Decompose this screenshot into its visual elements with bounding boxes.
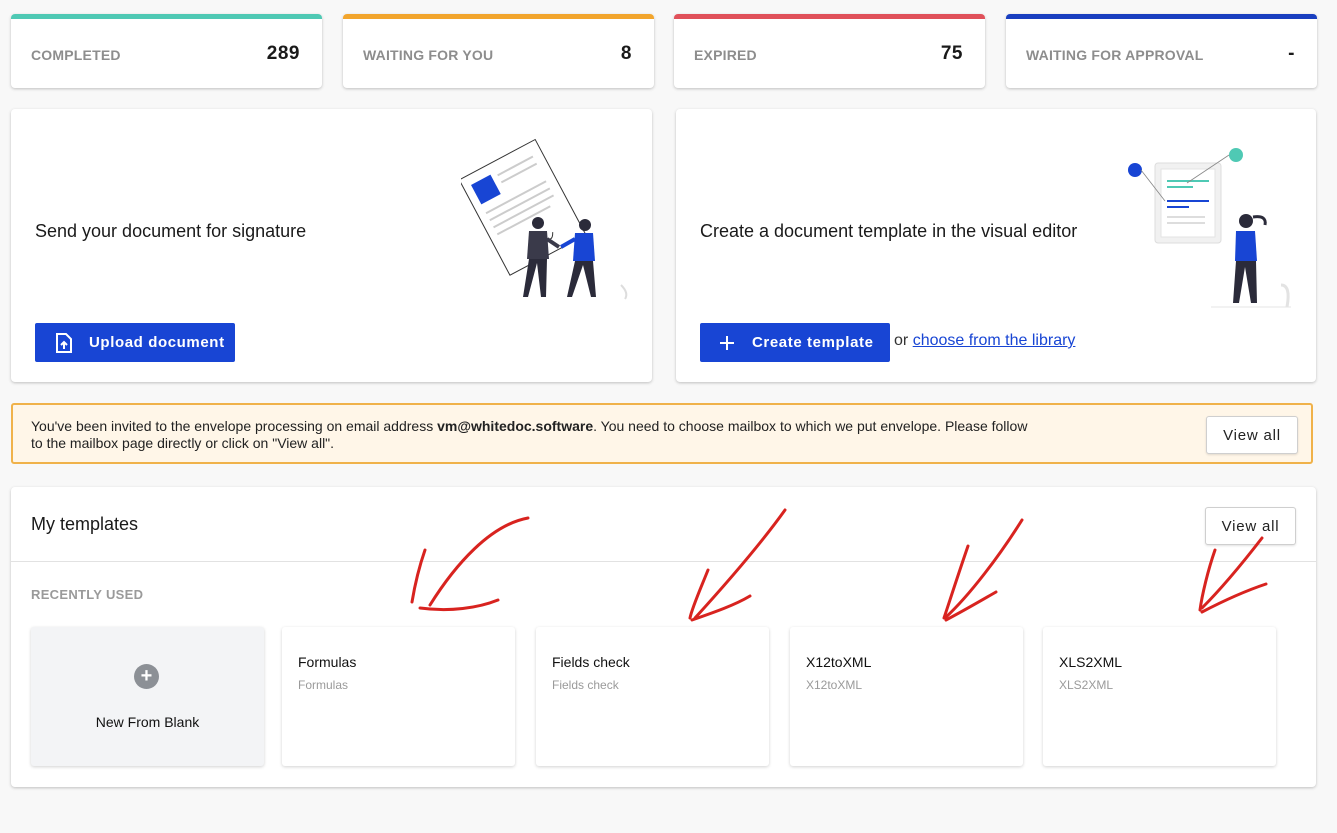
handshake-illustration <box>461 138 628 300</box>
send-document-card: Send your document for signature Upload … <box>11 109 652 382</box>
my-templates-heading: My templates <box>31 514 139 534</box>
upload-document-label: Upload document <box>89 334 225 351</box>
template-name: Formulas <box>298 654 357 670</box>
template-name: X12toXML <box>806 654 872 670</box>
notice-message: You've been invited to the envelope proc… <box>31 418 1041 452</box>
stat-value: 75 <box>940 43 963 64</box>
notice-text-before: You've been invited to the envelope proc… <box>31 418 438 434</box>
upload-file-icon <box>53 332 75 353</box>
stat-accent-bar <box>1006 14 1317 19</box>
stat-accent-bar <box>674 14 985 19</box>
stat-accent-bar <box>11 14 322 19</box>
template-tile[interactable]: X12toXML X12toXML <box>790 627 1023 766</box>
template-subtitle: X12toXML <box>806 678 863 692</box>
template-name: Fields check <box>552 654 630 670</box>
stat-card-waiting-for-you[interactable]: WAITING FOR YOU 8 <box>343 14 654 88</box>
template-subtitle: XLS2XML <box>1059 678 1114 692</box>
recently-used-label: RECENTLY USED <box>31 587 144 602</box>
add-circle-icon: + <box>134 664 159 689</box>
templates-view-all-button[interactable]: View all <box>1205 507 1296 545</box>
create-template-title: Create a document template in the visual… <box>700 221 1078 241</box>
stat-card-expired[interactable]: EXPIRED 75 <box>674 14 985 88</box>
create-template-button[interactable]: Create template <box>700 323 890 362</box>
template-tile[interactable]: Formulas Formulas <box>282 627 515 766</box>
choose-from-library-link[interactable]: choose from the library <box>913 332 1076 349</box>
stat-label: WAITING FOR YOU <box>363 47 494 63</box>
send-document-title: Send your document for signature <box>35 221 307 241</box>
stat-label: WAITING FOR APPROVAL <box>1026 47 1204 63</box>
mailbox-invite-notice: You've been invited to the envelope proc… <box>11 403 1313 464</box>
create-template-label: Create template <box>752 334 874 351</box>
new-from-blank-label: New From Blank <box>95 714 200 730</box>
stat-value: 289 <box>266 43 300 64</box>
stat-value: 8 <box>620 43 632 64</box>
library-text: or choose from the library <box>894 332 1075 350</box>
create-template-card: Create a document template in the visual… <box>676 109 1316 382</box>
notice-view-all-button[interactable]: View all <box>1206 416 1298 454</box>
stat-label: EXPIRED <box>694 47 757 63</box>
upload-document-button[interactable]: Upload document <box>35 323 235 362</box>
template-name: XLS2XML <box>1059 654 1123 670</box>
or-text: or <box>894 332 909 349</box>
my-templates-section: My templates View all RECENTLY USED + Ne… <box>11 487 1316 787</box>
template-tile[interactable]: XLS2XML XLS2XML <box>1043 627 1276 766</box>
stat-card-waiting-for-approval[interactable]: WAITING FOR APPROVAL - <box>1006 14 1317 88</box>
stat-value: - <box>1288 43 1295 64</box>
stat-accent-bar <box>343 14 654 19</box>
template-subtitle: Fields check <box>552 678 619 692</box>
stat-card-completed[interactable]: COMPLETED 289 <box>11 14 322 88</box>
stat-label: COMPLETED <box>31 47 121 63</box>
new-from-blank-tile[interactable]: + New From Blank <box>31 627 264 766</box>
template-subtitle: Formulas <box>298 678 349 692</box>
plus-icon <box>716 335 738 351</box>
template-tile[interactable]: Fields check Fields check <box>536 627 769 766</box>
section-divider <box>11 561 1316 562</box>
template-editor-illustration <box>1128 148 1291 308</box>
notice-email: vm@whitedoc.software <box>437 418 594 434</box>
